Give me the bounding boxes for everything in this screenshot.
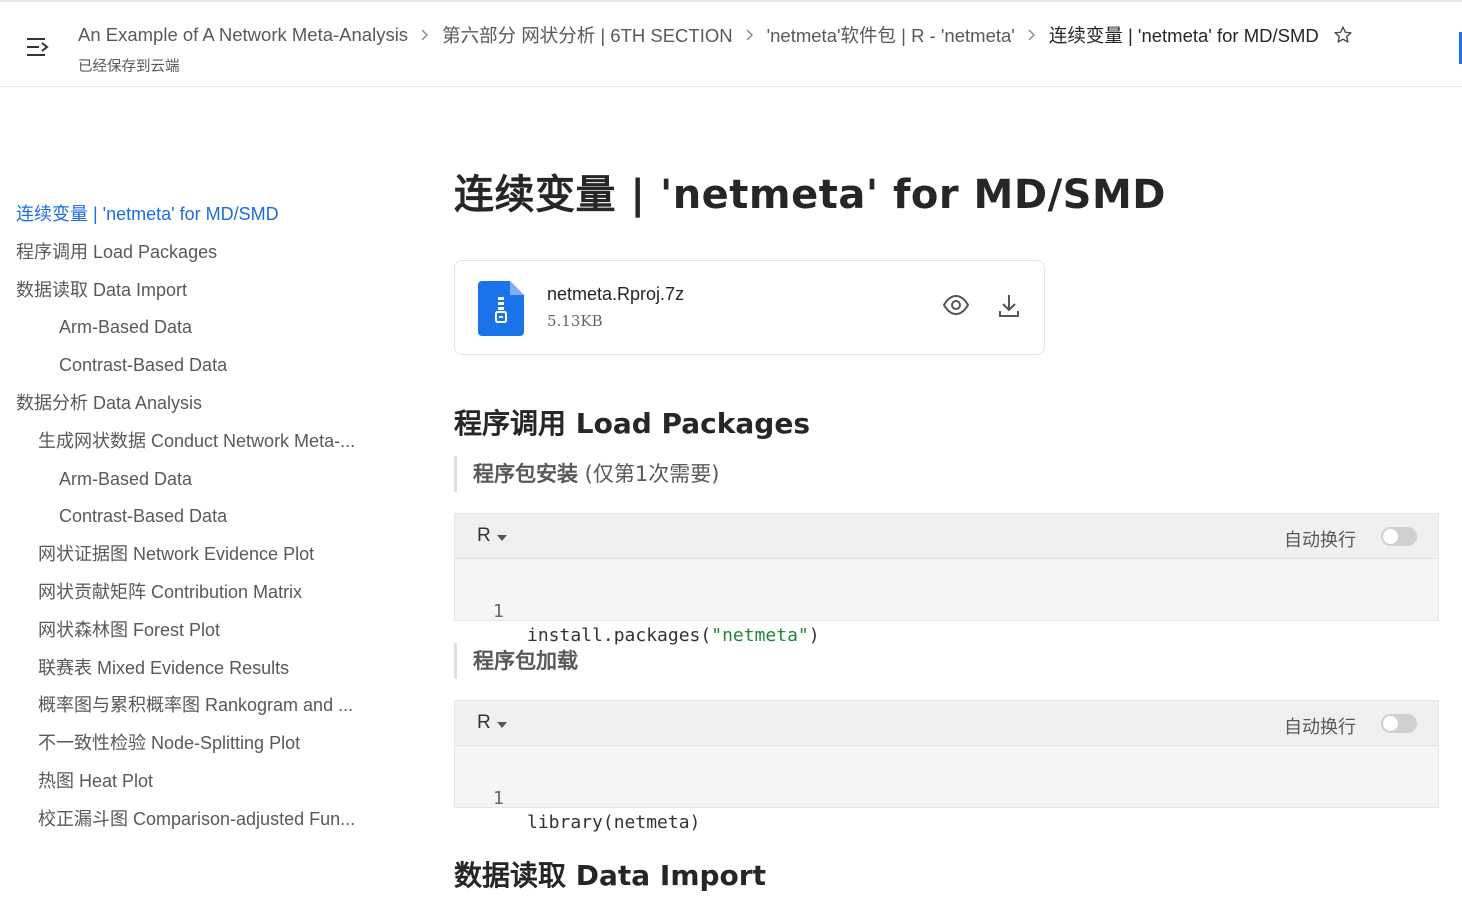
code-block: R 自动换行 1 library(netmeta) bbox=[454, 700, 1439, 833]
language-select[interactable]: R bbox=[477, 525, 507, 547]
code-text: library(netmeta) bbox=[527, 812, 701, 833]
top-bar: An Example of A Network Meta-Analysis 第六… bbox=[0, 0, 1462, 87]
toc-item[interactable]: 程序调用 Load Packages bbox=[0, 234, 376, 272]
breadcrumb-item-section[interactable]: 第六部分 网状分析 | 6TH SECTION bbox=[442, 22, 733, 48]
chevron-right-icon bbox=[1028, 29, 1036, 41]
toc-item[interactable]: 联赛表 Mixed Evidence Results bbox=[0, 650, 374, 688]
toggle-knob bbox=[1383, 716, 1398, 731]
toc-item[interactable]: 不一致性检验 Node-Splitting Plot bbox=[0, 725, 374, 763]
toc-item[interactable]: Arm-Based Data bbox=[0, 461, 374, 499]
breadcrumb-item-current[interactable]: 连续变量 | 'netmeta' for MD/SMD bbox=[1049, 22, 1319, 48]
chevron-right-icon bbox=[746, 29, 754, 41]
caret-down-icon bbox=[496, 525, 507, 547]
language-label: R bbox=[477, 525, 491, 546]
quote-text: (仅第1次需要) bbox=[578, 462, 720, 486]
language-select[interactable]: R bbox=[477, 712, 507, 734]
toc-item[interactable]: 网状贡献矩阵 Contribution Matrix bbox=[0, 574, 374, 612]
toc-item[interactable]: Contrast-Based Data bbox=[0, 347, 374, 385]
auto-wrap-label: 自动换行 bbox=[1284, 530, 1356, 550]
archive-file-icon bbox=[478, 281, 524, 341]
attachment-card[interactable]: netmeta.Rproj.7z 5.13KB bbox=[454, 260, 1045, 355]
sidebar-toggle-icon[interactable] bbox=[25, 35, 51, 59]
code-string: "netmeta" bbox=[711, 625, 809, 646]
star-icon[interactable] bbox=[1333, 25, 1353, 45]
code-line: 1 install.packages("netmeta") bbox=[455, 576, 820, 646]
chevron-right-icon bbox=[421, 29, 429, 41]
save-status: 已经保存到云端 bbox=[78, 59, 180, 75]
toc-item[interactable]: 连续变量 | 'netmeta' for MD/SMD bbox=[0, 196, 376, 234]
toc-item[interactable]: 网状森林图 Forest Plot bbox=[0, 612, 374, 650]
toc-item[interactable]: 概率图与累积概率图 Rankogram and ... bbox=[0, 687, 374, 725]
code-block-header: R 自动换行 bbox=[455, 514, 1438, 559]
caret-down-icon bbox=[496, 712, 507, 734]
blockquote-install: 程序包安装 (仅第1次需要) bbox=[454, 456, 719, 492]
code-block: R 自动换行 1 install.packages("netmeta") bbox=[454, 513, 1439, 646]
toc-item[interactable]: 生成网状数据 Conduct Network Meta-... bbox=[0, 423, 374, 461]
section-heading-data-import: 数据读取 Data Import bbox=[454, 859, 766, 892]
toc-item[interactable]: Arm-Based Data bbox=[0, 309, 374, 347]
auto-wrap-toggle[interactable] bbox=[1381, 714, 1417, 733]
quote-bold-text: 程序包加载 bbox=[473, 649, 578, 673]
breadcrumb-item-package[interactable]: 'netmeta'软件包 | R - 'netmeta' bbox=[767, 22, 1015, 48]
toc-item[interactable]: 网状证据图 Network Evidence Plot bbox=[0, 536, 374, 574]
page-title: 连续变量 | 'netmeta' for MD/SMD bbox=[454, 172, 1166, 218]
line-number: 1 bbox=[493, 601, 504, 622]
toc-item[interactable]: 数据读取 Data Import bbox=[0, 272, 376, 310]
section-heading-load-packages: 程序调用 Load Packages bbox=[454, 407, 810, 440]
breadcrumb-item-book[interactable]: An Example of A Network Meta-Analysis bbox=[78, 24, 408, 46]
toc-item[interactable]: Contrast-Based Data bbox=[0, 498, 374, 536]
eye-icon[interactable] bbox=[942, 294, 970, 321]
blockquote-load: 程序包加载 bbox=[454, 643, 578, 679]
code-block-header: R 自动换行 bbox=[455, 701, 1438, 746]
code-paren: ) bbox=[808, 625, 820, 646]
toc-item[interactable]: 校正漏斗图 Comparison-adjusted Fun... bbox=[0, 801, 374, 839]
toc-item[interactable]: 数据分析 Data Analysis bbox=[0, 385, 376, 423]
attachment-size: 5.13KB bbox=[547, 312, 603, 330]
auto-wrap-label: 自动换行 bbox=[1284, 717, 1356, 737]
line-number: 1 bbox=[493, 788, 504, 809]
toggle-knob bbox=[1383, 529, 1398, 544]
table-of-contents: 连续变量 | 'netmeta' for MD/SMD 程序调用 Load Pa… bbox=[0, 196, 390, 839]
attachment-name: netmeta.Rproj.7z bbox=[547, 284, 685, 304]
toc-item[interactable]: 热图 Heat Plot bbox=[0, 763, 374, 801]
breadcrumb: An Example of A Network Meta-Analysis 第六… bbox=[78, 22, 1353, 48]
auto-wrap-toggle[interactable] bbox=[1381, 527, 1417, 546]
download-icon[interactable] bbox=[997, 293, 1021, 324]
quote-bold-text: 程序包安装 bbox=[473, 462, 578, 486]
language-label: R bbox=[477, 712, 491, 733]
code-line: 1 library(netmeta) bbox=[455, 763, 700, 833]
